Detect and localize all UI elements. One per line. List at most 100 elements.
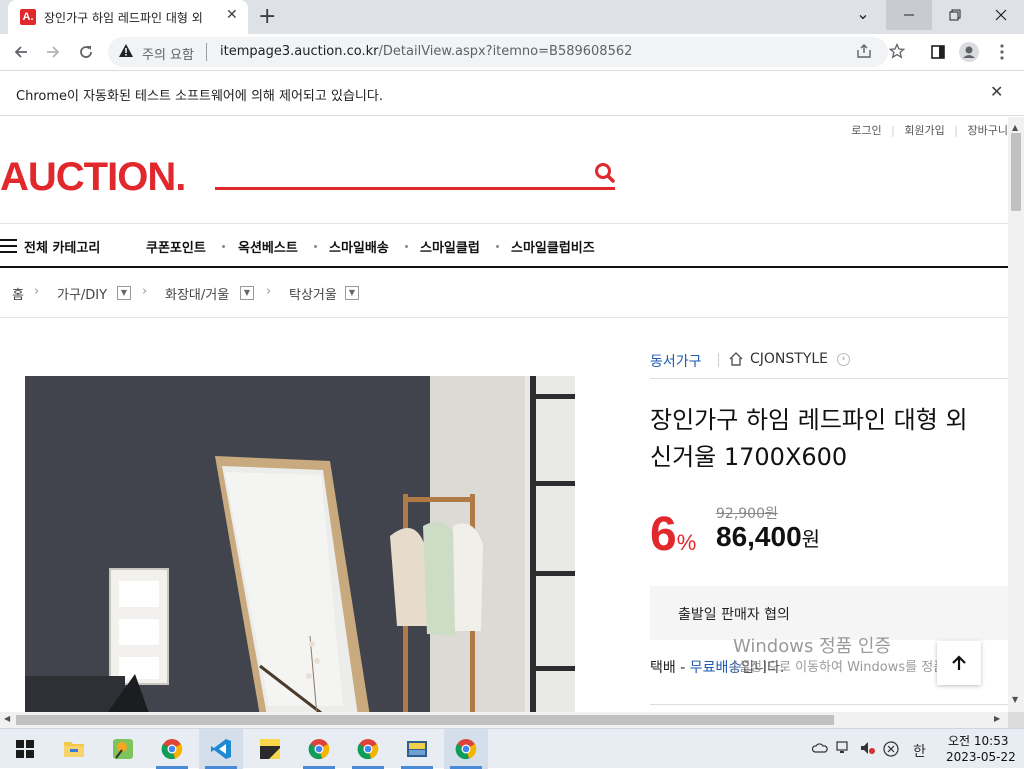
gnb-coupon-point[interactable]: 쿠폰포인트 xyxy=(146,237,206,256)
search-input[interactable] xyxy=(215,187,615,190)
automation-infobar: Chrome이 자동화된 테스트 소프트웨어에 의해 제어되고 있습니다. ✕ xyxy=(0,70,1024,116)
omnibox-divider xyxy=(206,43,207,61)
sticky-notes-icon[interactable] xyxy=(248,729,292,769)
shipping-notice: 출발일 판매자 협의 xyxy=(678,607,790,623)
horizontal-scrollbar[interactable]: ◀ ▶ xyxy=(0,712,1008,728)
file-explorer-icon[interactable] xyxy=(52,729,96,769)
restore-button[interactable] xyxy=(932,0,978,30)
share-icon[interactable] xyxy=(856,43,872,63)
security-label[interactable]: 주의 요함 xyxy=(142,44,194,63)
paint-icon[interactable] xyxy=(101,729,145,769)
scroll-to-top-button[interactable] xyxy=(937,641,981,685)
store-name[interactable]: CJONSTYLE xyxy=(750,351,828,367)
close-window-button[interactable] xyxy=(978,0,1024,30)
clock-date[interactable]: 2023-05-22 xyxy=(946,750,1016,764)
bookmark-star-icon[interactable] xyxy=(888,42,906,63)
breadcrumb-vanity-mirror[interactable]: 화장대/거울 xyxy=(165,284,229,303)
browser-tab-active[interactable]: A. 장인가구 하임 레드파인 대형 외 ✕ xyxy=(8,0,248,34)
minimize-button[interactable] xyxy=(886,0,932,30)
windows-taskbar: 한 오전 10:53 2023-05-22 xyxy=(0,728,1024,769)
scroll-down-arrow-icon[interactable]: ▼ xyxy=(1012,695,1018,704)
chrome-icon[interactable] xyxy=(444,729,488,769)
gnb-smile-club-biz[interactable]: 스마일클럽비즈 xyxy=(511,237,595,256)
back-icon[interactable] xyxy=(9,40,33,64)
breadcrumb-furniture[interactable]: 가구/DIY xyxy=(57,284,107,303)
address-bar[interactable]: 주의 요함 itempage3.auction.co.kr/DetailView… xyxy=(108,37,906,67)
vertical-scrollbar[interactable]: ▲ ▼ xyxy=(1008,117,1024,712)
vscode-icon[interactable] xyxy=(199,729,243,769)
auction-favicon-icon: A. xyxy=(20,9,36,25)
windows-start-icon[interactable] xyxy=(2,729,46,769)
infobar-close-icon[interactable]: ✕ xyxy=(990,82,1003,101)
breadcrumb-table-mirror[interactable]: 탁상거울 xyxy=(289,284,337,303)
chevron-down-icon[interactable]: ▼ xyxy=(240,286,254,300)
browser-tab-strip: A. 장인가구 하임 레드파인 대형 외 ✕ + ⌄ xyxy=(0,0,1024,34)
url-text[interactable]: itempage3.auction.co.kr/DetailView.aspx?… xyxy=(220,44,632,59)
clock-time[interactable]: 오전 10:53 xyxy=(948,732,1008,749)
breadcrumb: 홈 › 가구/DIY ▼ › 화장대/거울 ▼ › 탁상거울 ▼ xyxy=(0,270,1008,318)
chevron-right-icon: › xyxy=(142,284,148,299)
util-divider: | xyxy=(954,124,959,137)
delivery-label: 택배 - xyxy=(650,660,690,676)
notification-off-icon[interactable] xyxy=(883,741,899,761)
original-price: 92,900원 xyxy=(716,506,778,522)
page-viewport: 로그인 | 회원가입 | 장바구니 AUCTION. 전체 카테고리 쿠폰포인트… xyxy=(0,117,1008,712)
windows-activation-title: Windows 정품 인증 xyxy=(733,636,892,657)
scroll-up-arrow-icon[interactable]: ▲ xyxy=(1012,123,1018,132)
sale-price: 86,400원 xyxy=(716,521,821,552)
reload-icon[interactable] xyxy=(74,40,98,64)
scroll-right-arrow-icon[interactable]: ▶ xyxy=(994,714,1000,723)
util-divider: | xyxy=(891,124,895,137)
vertical-scroll-thumb[interactable] xyxy=(1011,133,1021,211)
network-icon[interactable] xyxy=(836,741,852,759)
scroll-left-arrow-icon[interactable]: ◀ xyxy=(4,714,10,723)
gnb-separator xyxy=(496,245,499,248)
seller-row: 동서가구 CJONSTYLE › xyxy=(650,349,1008,379)
infobar-message: Chrome이 자동화된 테스트 소프트웨어에 의해 제어되고 있습니다. xyxy=(16,89,383,104)
onedrive-icon[interactable] xyxy=(811,741,828,759)
warning-icon[interactable] xyxy=(118,43,134,63)
signup-link[interactable]: 회원가입 xyxy=(904,124,944,137)
product-image[interactable] xyxy=(25,376,575,712)
product-title: 장인가구 하임 레드파인 대형 외 신거울 1700X600 xyxy=(650,406,968,471)
gnb-separator xyxy=(405,245,408,248)
chevron-right-icon: › xyxy=(34,284,40,299)
python-icon[interactable] xyxy=(395,729,439,769)
tab-title: 장인가구 하임 레드파인 대형 외 xyxy=(44,11,203,25)
seller-name[interactable]: 동서가구 xyxy=(650,351,702,371)
chrome-icon[interactable] xyxy=(150,729,194,769)
cart-link[interactable]: 장바구니 xyxy=(968,124,1008,137)
gnb-smile-club[interactable]: 스마일클럽 xyxy=(420,237,480,256)
scrollbar-corner xyxy=(1008,712,1024,728)
chevron-right-icon: › xyxy=(266,284,272,299)
chevron-down-icon[interactable]: ▼ xyxy=(117,286,131,300)
volume-muted-icon[interactable] xyxy=(860,741,876,759)
global-nav-bar: 전체 카테고리 쿠폰포인트 옥션베스트 스마일배송 스마일클럽 스마일클럽비즈 xyxy=(0,223,1008,268)
tab-close-icon[interactable]: ✕ xyxy=(226,7,238,23)
new-tab-button[interactable]: + xyxy=(258,4,276,29)
profile-avatar-icon[interactable] xyxy=(957,40,981,64)
horizontal-scroll-thumb[interactable] xyxy=(16,715,834,725)
search-icon[interactable] xyxy=(593,161,617,185)
chrome-icon[interactable] xyxy=(346,729,390,769)
utility-links: 로그인 | 회원가입 | 장바구니 xyxy=(845,122,1008,138)
windows-activation-text: [설정]으로 이동하여 Windows를 정품 xyxy=(733,660,946,675)
forward-icon[interactable] xyxy=(41,40,65,64)
auction-logo[interactable]: AUCTION. xyxy=(0,155,186,200)
login-link[interactable]: 로그인 xyxy=(851,124,881,137)
gnb-smile-delivery[interactable]: 스마일배송 xyxy=(329,237,389,256)
kebab-menu-icon[interactable] xyxy=(990,40,1014,64)
breadcrumb-home[interactable]: 홈 xyxy=(12,284,24,303)
chrome-icon[interactable] xyxy=(297,729,341,769)
all-categories-button[interactable]: 전체 카테고리 xyxy=(24,237,100,256)
gnb-auction-best[interactable]: 옥션베스트 xyxy=(238,237,298,256)
hamburger-menu-icon[interactable] xyxy=(0,239,17,253)
tab-search-button[interactable]: ⌄ xyxy=(840,0,886,30)
gnb-separator xyxy=(222,245,225,248)
chevron-right-icon[interactable]: › xyxy=(837,353,850,366)
side-panel-icon[interactable] xyxy=(926,40,950,64)
ime-indicator[interactable]: 한 xyxy=(913,741,926,761)
discount-rate: 6% xyxy=(650,508,697,561)
chevron-down-icon[interactable]: ▼ xyxy=(345,286,359,300)
browser-toolbar: 주의 요함 itempage3.auction.co.kr/DetailView… xyxy=(0,34,1024,70)
